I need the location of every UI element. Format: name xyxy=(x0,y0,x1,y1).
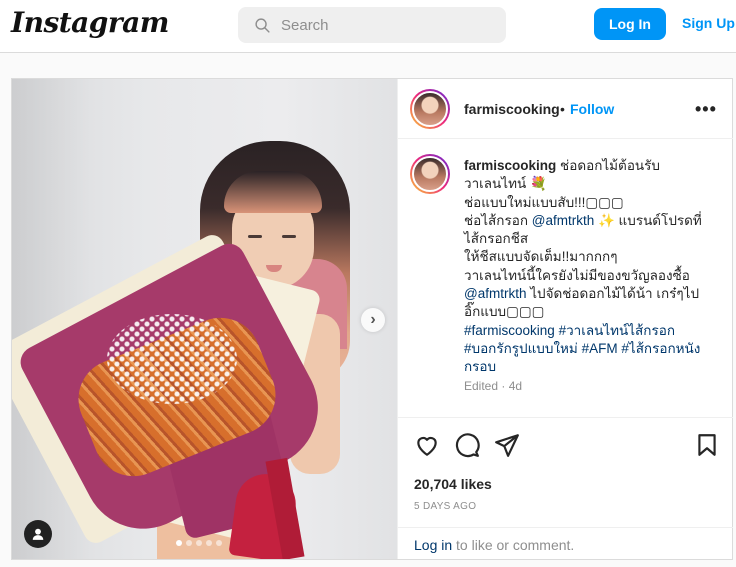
search-icon xyxy=(255,17,270,33)
login-link[interactable]: Log in xyxy=(414,537,452,553)
caption-mention[interactable]: @afmtrkth xyxy=(532,213,594,228)
comment-icon[interactable] xyxy=(454,432,480,458)
carousel-dot xyxy=(206,540,212,546)
caption-username[interactable]: farmiscooking xyxy=(464,158,556,173)
post-card: › farmiscooking • Follow ••• farmiscooki… xyxy=(11,78,733,560)
bouquet-babys-breath xyxy=(107,314,237,404)
caption-text: วาเลนไทน์นี้ใครยังไม่มีของขวัญลองซื้อ xyxy=(464,267,690,283)
carousel-dot xyxy=(196,540,202,546)
heart-icon[interactable] xyxy=(414,432,440,458)
caption-avatar[interactable] xyxy=(410,154,450,194)
photo-eye-right xyxy=(282,235,296,238)
caption-hashtag[interactable]: #AFM xyxy=(582,341,618,356)
post-side-panel: farmiscooking • Follow ••• farmiscooking… xyxy=(397,79,733,559)
caption-hashtag[interactable]: #วาเลนไทน์ไส้กรอก xyxy=(559,323,675,338)
caption-text: ช่อไส้กรอก xyxy=(464,212,532,228)
login-button[interactable]: Log In xyxy=(594,8,666,40)
caption-text: อิ๊กแบบ▢▢▢ xyxy=(464,304,545,320)
caption-hashtag[interactable]: กรอบ xyxy=(464,359,496,374)
likes-count[interactable]: 20,704 likes xyxy=(414,476,492,492)
post-date: 5 DAYS AGO xyxy=(414,501,477,512)
edited-timestamp: Edited · 4d xyxy=(464,379,523,393)
author-avatar[interactable] xyxy=(410,89,450,129)
search-box[interactable] xyxy=(238,7,506,43)
caption-text: ให้ชีสแบบจัดเต็ม!!มากกกๆ xyxy=(464,249,618,265)
caption-hashtag[interactable]: #ไส้กรอกหนัง xyxy=(621,341,700,356)
login-prompt-text: to like or comment. xyxy=(452,537,575,553)
caption-text: ช่อดอกไม้ต้อนรับ xyxy=(560,158,660,173)
carousel-dot xyxy=(186,540,192,546)
search-input[interactable] xyxy=(281,16,481,34)
caption-text: ไส้กรอกชีส xyxy=(464,231,529,247)
author-username[interactable]: farmiscooking xyxy=(464,101,560,117)
chevron-right-icon: › xyxy=(370,311,376,328)
share-icon[interactable] xyxy=(494,432,520,458)
photo-bangs xyxy=(224,171,322,213)
more-options-icon[interactable]: ••• xyxy=(695,100,717,118)
post-actions: 20,704 likes 5 DAYS AGO Log in to like o… xyxy=(398,417,733,559)
follow-button[interactable]: Follow xyxy=(570,101,614,117)
user-tag-icon xyxy=(32,528,44,540)
caption-mention[interactable]: @afmtrkth xyxy=(464,286,526,301)
caption-text: ✨ แบรนด์โปรดที่ xyxy=(594,212,702,228)
post-header: farmiscooking • Follow ••• xyxy=(398,79,733,139)
signup-link[interactable]: Sign Up xyxy=(682,15,735,31)
carousel-next-button[interactable]: › xyxy=(361,308,385,332)
instagram-logo[interactable]: Instagram xyxy=(11,6,169,39)
photo-eye-left xyxy=(248,235,262,238)
carousel-indicator xyxy=(176,540,222,546)
caption-text: วาเลนไทน์ 💐 xyxy=(464,176,547,192)
top-navigation: Instagram Log In Sign Up xyxy=(0,0,736,53)
carousel-dot xyxy=(176,540,182,546)
caption-text: ไปจัดช่อดอกไม้ได้น้า เกร๋ๆไป xyxy=(526,286,700,302)
bookmark-icon[interactable] xyxy=(694,432,720,458)
caption-hashtag[interactable]: #farmiscooking xyxy=(464,323,555,338)
post-photo[interactable]: › xyxy=(12,79,397,559)
carousel-dot xyxy=(216,540,222,546)
caption-text: ช่อแบบใหม่แบบสับ!!!▢▢▢ xyxy=(464,194,624,210)
post-caption: farmiscooking ช่อดอกไม้ต้อนรับ วาเลนไทน์… xyxy=(464,157,719,377)
user-tag-button[interactable] xyxy=(24,520,52,548)
login-prompt: Log in to like or comment. xyxy=(398,527,733,560)
header-separator: • xyxy=(560,101,565,117)
caption-hashtag[interactable]: #บอกรักรูปแบบใหม่ xyxy=(464,341,578,356)
